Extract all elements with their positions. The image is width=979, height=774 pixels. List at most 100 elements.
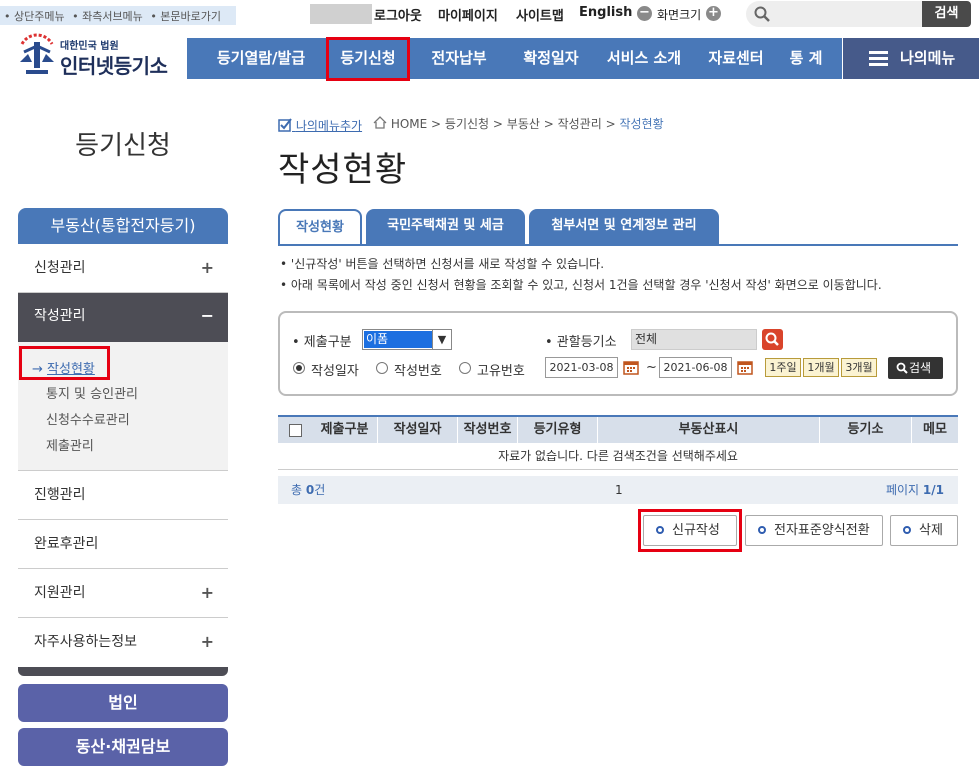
site-search-button[interactable]: 검색 <box>922 1 971 27</box>
tab-underline <box>278 244 958 246</box>
sidebar-item-support[interactable]: 지원관리 + <box>18 569 228 618</box>
checkbox-icon <box>278 118 292 132</box>
sidebar-item-label: 완료후관리 <box>34 536 99 552</box>
submit-type-select[interactable]: 이폼 ▼ <box>362 329 452 350</box>
highlight-box-gnb <box>326 37 410 81</box>
radio-label: 작성일자 <box>311 364 359 379</box>
sidebar-item-progress[interactable]: 진행관리 <box>18 471 228 520</box>
court-search-button[interactable] <box>762 329 783 350</box>
skip-link-topmenu[interactable]: • 상단주메뉴 <box>4 10 65 23</box>
expand-icon: + <box>200 632 214 651</box>
empty-row: 자료가 없습니다. 다른 검색조건을 선택해주세요 <box>278 443 958 470</box>
date-separator: ~ <box>646 360 657 375</box>
period-1month-button[interactable]: 1개월 <box>803 358 839 377</box>
page-title: 작성현황 <box>278 150 408 190</box>
sidebar-sub-submit[interactable]: 제출관리 <box>46 435 94 454</box>
breadcrumb-home[interactable]: HOME <box>391 117 427 131</box>
info-note: • '신규작성' 버튼을 선택하면 신청서를 새로 작성할 수 있습니다. <box>280 257 605 271</box>
sidebar-item-label: 지원관리 <box>34 585 86 601</box>
mypage-link[interactable]: 마이페이지 <box>438 5 498 24</box>
radio-write-number[interactable] <box>376 362 388 374</box>
column-header: 등기유형 <box>518 417 598 443</box>
court-input[interactable]: 전체 <box>631 329 757 350</box>
search-icon <box>896 362 908 374</box>
delete-button[interactable]: 삭제 <box>890 515 958 546</box>
sitemap-link[interactable]: 사이트맵 <box>516 5 564 24</box>
tab-status[interactable]: 작성현황 <box>278 209 362 245</box>
gnb-item-view[interactable]: 등기열람/발급 <box>205 38 317 79</box>
corporation-button[interactable]: 법인 <box>18 684 228 722</box>
english-link[interactable]: English <box>579 5 632 20</box>
info-note: • 아래 목록에서 작성 중인 신청서 현황을 조회할 수 있고, 신청서 1건… <box>280 278 882 292</box>
sidebar-item-label: 신청관리 <box>34 260 86 276</box>
sidebar-item-after[interactable]: 완료후관리 <box>18 520 228 569</box>
calendar-icon[interactable] <box>623 359 639 375</box>
sidebar-item-apply-manage[interactable]: 신청관리 + <box>18 244 228 293</box>
radio-unique-number[interactable] <box>459 362 471 374</box>
collapse-icon: − <box>200 306 214 325</box>
select-all-checkbox[interactable] <box>289 424 302 437</box>
gnb-item-service[interactable]: 서비스 소개 <box>598 38 690 79</box>
zoom-label: 화면크기 <box>657 8 702 22</box>
sidebar-item-label: 작성관리 <box>34 308 86 324</box>
search-filter-panel <box>278 311 958 396</box>
period-3month-button[interactable]: 3개월 <box>841 358 877 377</box>
filter-search-button[interactable]: 검색 <box>888 357 943 379</box>
movable-collateral-button[interactable]: 동산·채권담보 <box>18 728 228 766</box>
breadcrumb: HOME > 등기신청 > 부동산 > 작성관리 > 작성현황 <box>373 115 664 132</box>
sidebar-item-write-manage[interactable]: 작성관리 − <box>18 293 228 342</box>
sidebar-title: 등기신청 <box>75 131 171 161</box>
gnb-item-stats[interactable]: 통 계 <box>780 38 832 79</box>
sidebar-bottom-bar <box>18 667 228 676</box>
chevron-down-icon: ▼ <box>432 330 451 349</box>
page-number[interactable]: 1 <box>615 476 623 504</box>
column-header: 제출구분 <box>312 417 378 443</box>
radio-write-date[interactable] <box>293 362 305 374</box>
period-1week-button[interactable]: 1주일 <box>765 358 801 377</box>
filter-search-label: 검색 <box>909 361 932 375</box>
my-menu-button[interactable]: 나의메뉴 <box>843 38 979 79</box>
calendar-icon[interactable] <box>737 359 753 375</box>
sidebar-item-label: 자주사용하는정보 <box>34 634 138 650</box>
my-menu-add-label: 나의메뉴추가 <box>295 119 363 133</box>
sidebar-item-frequent[interactable]: 자주사용하는정보 + <box>18 618 228 667</box>
breadcrumb-item[interactable]: 작성관리 <box>558 117 602 131</box>
radio-label: 작성번호 <box>394 364 442 379</box>
bullet-icon <box>758 526 766 534</box>
date-from-input[interactable]: 2021-03-08 <box>545 357 618 378</box>
highlight-box-new-write <box>638 509 742 552</box>
column-header: 작성번호 <box>458 417 518 443</box>
user-name-mask <box>310 4 372 24</box>
column-header: 등기소 <box>820 417 912 443</box>
skip-links: • 상단주메뉴 • 좌측서브메뉴 • 본문바로가기 <box>0 6 236 25</box>
tab-bond-tax[interactable]: 국민주택채권 및 세금 <box>366 209 525 245</box>
sidebar-item-label: 진행관리 <box>34 487 86 503</box>
my-menu-add-link[interactable]: 나의메뉴추가 <box>278 117 362 134</box>
gnb-item-resources[interactable]: 자료센터 <box>698 38 774 79</box>
gnb-item-payment[interactable]: 전자납부 <box>418 38 500 79</box>
logout-link[interactable]: 로그아웃 <box>374 5 422 24</box>
page-info: 페이지 1/1 <box>885 483 944 497</box>
skip-link-content[interactable]: • 본문바로가기 <box>150 10 221 23</box>
submit-type-value: 이폼 <box>364 331 432 348</box>
tab-attachments[interactable]: 첨부서면 및 연계정보 관리 <box>529 209 719 245</box>
logo-name: 인터넷등기소 <box>60 54 168 78</box>
zoom-in-button[interactable]: + <box>706 6 721 21</box>
sidebar-sub-fee[interactable]: 신청수수료관리 <box>46 409 130 428</box>
home-icon <box>373 116 387 129</box>
breadcrumb-item[interactable]: 부동산 <box>507 117 540 131</box>
breadcrumb-current: 작성현황 <box>619 117 664 131</box>
column-header: 메모 <box>923 422 947 437</box>
sidebar-sub-notice[interactable]: 통지 및 승인관리 <box>46 383 138 402</box>
standard-form-convert-button[interactable]: 전자표준양식전환 <box>745 515 883 546</box>
breadcrumb-item[interactable]: 등기신청 <box>445 117 489 131</box>
radio-label: 고유번호 <box>477 364 525 379</box>
date-to-input[interactable]: 2021-06-08 <box>659 357 732 378</box>
hamburger-icon <box>869 51 888 66</box>
site-search-input[interactable] <box>746 1 923 27</box>
gnb-item-date[interactable]: 확정일자 <box>510 38 592 79</box>
column-header: 작성일자 <box>378 417 458 443</box>
skip-link-leftmenu[interactable]: • 좌측서브메뉴 <box>72 10 143 23</box>
sidebar-section-head[interactable]: 부동산(통합전자등기) <box>18 208 228 244</box>
zoom-out-button[interactable]: − <box>637 6 652 21</box>
